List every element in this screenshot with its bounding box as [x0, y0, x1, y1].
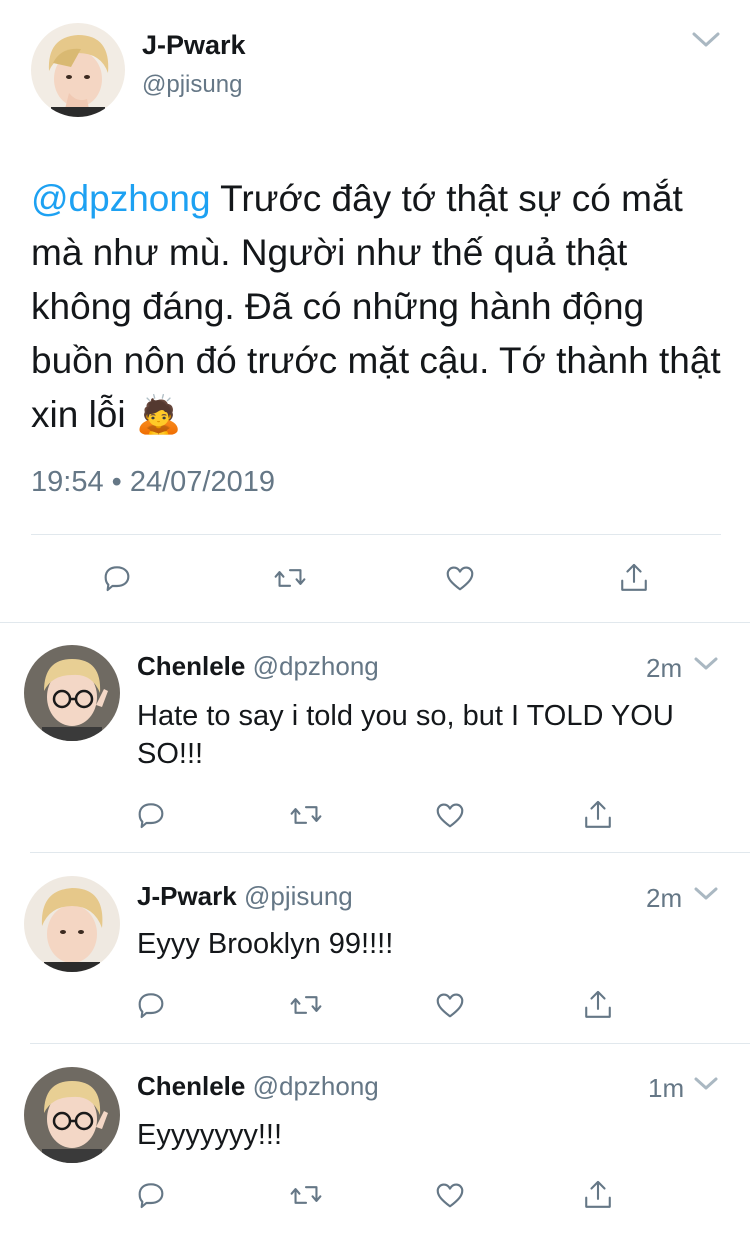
reply-button[interactable] — [95, 556, 139, 600]
reply-button[interactable] — [129, 983, 173, 1027]
display-name[interactable]: J-Pwark — [142, 30, 246, 61]
reply-header: Chenlele @dpzhong — [137, 1071, 379, 1102]
reply-header: Chenlele @dpzhong — [137, 651, 379, 682]
reply-tweet[interactable]: Chenlele @dpzhong 1m Eyyyyyyy!!! — [0, 1044, 750, 1236]
chevron-down-icon[interactable] — [692, 1075, 720, 1093]
reply-icon — [138, 1183, 164, 1209]
chevron-down-icon[interactable] — [692, 655, 720, 673]
retweet-button[interactable] — [284, 1173, 328, 1217]
reply-text: Eyyy Brooklyn 99!!!! — [137, 928, 394, 960]
retweet-icon — [290, 1186, 322, 1204]
avatar[interactable] — [31, 23, 125, 117]
avatar[interactable] — [24, 876, 120, 972]
reply-time[interactable]: 2m — [646, 653, 682, 684]
like-button[interactable] — [428, 1173, 472, 1217]
tweet-timestamp[interactable]: 19:54 • 24/07/2019 — [31, 466, 275, 499]
retweet-icon — [274, 569, 306, 587]
share-icon — [585, 800, 611, 828]
share-icon — [621, 563, 647, 591]
retweet-button[interactable] — [284, 793, 328, 837]
display-name[interactable]: Chenlele — [137, 1071, 245, 1101]
reply-text: Hate to say i told you so, but I TOLD YO… — [137, 700, 674, 770]
reply-icon — [138, 803, 164, 829]
bowing-emoji: 🙇 — [135, 394, 182, 435]
avatar[interactable] — [24, 645, 120, 741]
heart-icon — [446, 566, 474, 591]
chevron-down-icon[interactable] — [692, 885, 720, 903]
mention-link[interactable]: @dpzhong — [31, 178, 211, 219]
share-button[interactable] — [576, 1173, 620, 1217]
reply-text: Eyyyyyyy!!! — [137, 1119, 283, 1151]
reply-time[interactable]: 2m — [646, 883, 682, 914]
divider — [31, 534, 721, 535]
heart-icon — [436, 993, 464, 1018]
like-button[interactable] — [428, 793, 472, 837]
avatar[interactable] — [24, 1067, 120, 1163]
reply-tweet[interactable]: Chenlele @dpzhong 2m Hate to say i told … — [0, 623, 750, 852]
reply-button[interactable] — [129, 793, 173, 837]
tweet-text: @dpzhong Trước đây tớ thật sự có mắt mà … — [31, 172, 721, 442]
display-name[interactable]: J-Pwark — [137, 881, 237, 911]
heart-icon — [436, 803, 464, 828]
share-icon — [585, 990, 611, 1018]
retweet-button[interactable] — [268, 556, 312, 600]
user-handle[interactable]: @pjisung — [244, 881, 353, 911]
share-button[interactable] — [576, 983, 620, 1027]
share-button[interactable] — [612, 556, 656, 600]
like-button[interactable] — [438, 556, 482, 600]
heart-icon — [436, 1183, 464, 1208]
retweet-button[interactable] — [284, 983, 328, 1027]
reply-button[interactable] — [129, 1173, 173, 1217]
reply-icon — [104, 566, 130, 592]
user-handle[interactable]: @dpzhong — [253, 1071, 379, 1101]
share-button[interactable] — [576, 793, 620, 837]
chevron-down-icon[interactable] — [690, 30, 722, 50]
reply-tweet[interactable]: J-Pwark @pjisung 2m Eyyy Brooklyn 99!!!! — [0, 853, 750, 1043]
main-tweet: J-Pwark @pjisung @dpzhong Trước đây tớ t… — [0, 0, 750, 622]
user-handle[interactable]: @pjisung — [142, 71, 242, 99]
reply-icon — [138, 993, 164, 1019]
retweet-icon — [290, 996, 322, 1014]
share-icon — [585, 1180, 611, 1208]
reply-header: J-Pwark @pjisung — [137, 881, 353, 912]
like-button[interactable] — [428, 983, 472, 1027]
retweet-icon — [290, 806, 322, 824]
display-name[interactable]: Chenlele — [137, 651, 245, 681]
user-handle[interactable]: @dpzhong — [253, 651, 379, 681]
reply-time[interactable]: 1m — [648, 1073, 684, 1104]
